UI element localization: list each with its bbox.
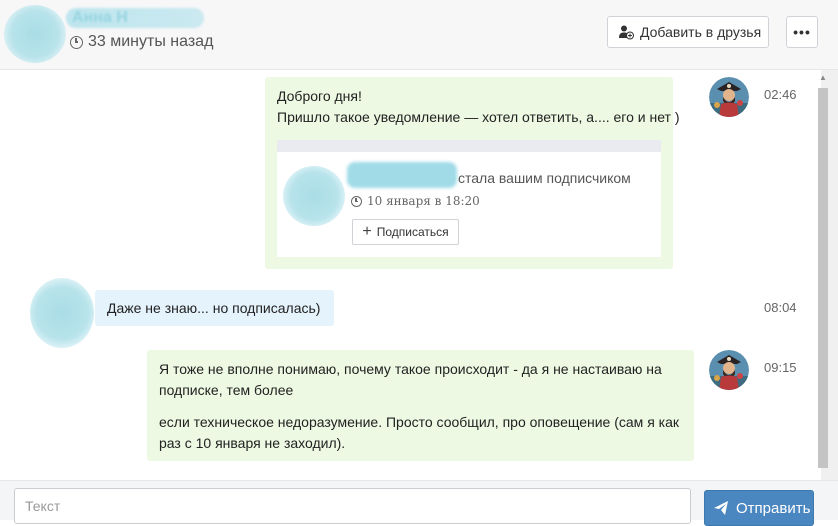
message-time: 08:04 [764, 300, 797, 315]
message-paragraph: Я тоже не вполне понимаю, почему такое п… [159, 361, 662, 398]
clock-icon [351, 195, 362, 207]
last-seen-status: 33 минуты назад [70, 33, 213, 51]
notification-text: стала вашим подписчиком [458, 170, 631, 186]
send-label: Отправить [736, 499, 811, 517]
notification-date: 10 января в 18:20 [351, 194, 480, 208]
message-line: Доброго дня! [277, 88, 362, 104]
message-line: Пришло такое уведомление — хотел ответит… [277, 109, 680, 125]
notification-name-redacted [347, 162, 457, 188]
subscribe-button[interactable]: + Подписаться [352, 219, 459, 245]
user-avatar-pirate[interactable] [709, 77, 749, 117]
add-friend-label: Добавить в друзья [640, 24, 762, 40]
more-dots-icon: ••• [793, 24, 811, 40]
message-time: 09:15 [764, 360, 797, 375]
notification-attachment[interactable]: стала вашим подписчиком 10 января в 18:2… [277, 140, 661, 257]
last-seen-text: 33 минуты назад [88, 33, 214, 50]
message-bubble-outgoing: Я тоже не вполне понимаю, почему такое п… [147, 350, 694, 461]
contact-avatar[interactable] [30, 278, 94, 348]
user-plus-icon [619, 25, 634, 40]
more-options-button[interactable]: ••• [786, 16, 818, 48]
contact-avatar[interactable] [4, 5, 66, 63]
contact-name[interactable]: Анна Н [66, 8, 204, 28]
add-friend-button[interactable]: Добавить в друзья [607, 16, 769, 48]
plus-icon: + [362, 223, 372, 240]
scrollbar-thumb[interactable] [818, 88, 828, 468]
scroll-up-arrow-icon[interactable]: ▲ [818, 72, 828, 84]
paper-plane-icon [714, 501, 728, 515]
message-bubble-incoming: Даже не знаю... но подписалась) [95, 290, 334, 326]
clock-icon [70, 35, 83, 49]
message-line: Даже не знаю... но подписалась) [107, 300, 321, 316]
send-button[interactable]: Отправить [704, 490, 814, 526]
user-avatar-pirate[interactable] [709, 350, 749, 390]
notification-avatar [283, 166, 345, 226]
message-input[interactable] [14, 488, 691, 524]
message-paragraph: если техническое недоразумение. Просто с… [159, 414, 680, 451]
chat-header: Анна Н 33 минуты назад Добавить в друзья… [0, 0, 838, 70]
message-time: 02:46 [764, 87, 797, 102]
